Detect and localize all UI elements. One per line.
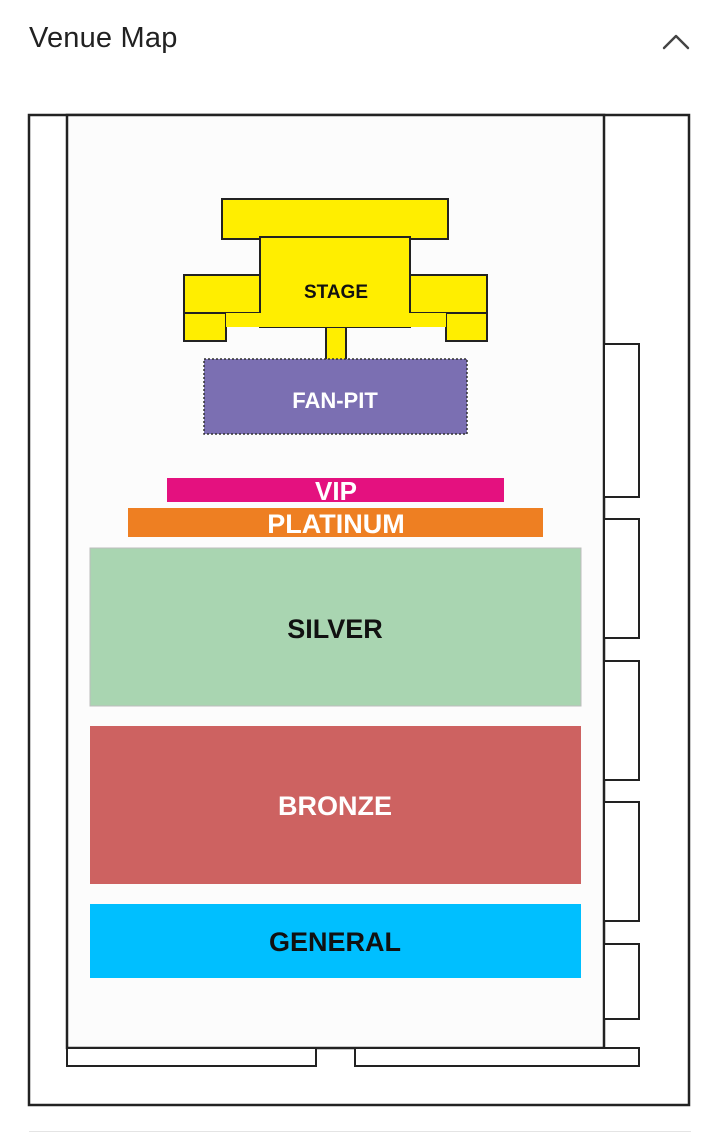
section-platinum[interactable]: PLATINUM	[128, 508, 543, 539]
side-box	[603, 518, 640, 639]
section-silver[interactable]: SILVER	[89, 547, 582, 707]
venue-map-svg: STAGE FAN-PIT VIP PLATINUM SILVER BRONZE	[27, 113, 691, 1107]
section-bronze[interactable]: BRONZE	[90, 726, 581, 884]
stage-wing-left	[183, 274, 265, 314]
stage-apron-left	[183, 312, 227, 342]
silver-label: SILVER	[287, 614, 383, 644]
side-box	[603, 943, 640, 1020]
section-vip[interactable]: VIP	[167, 476, 504, 506]
general-label: GENERAL	[269, 927, 401, 957]
stage-apron-right	[445, 312, 488, 342]
entrance-strip-right	[354, 1047, 640, 1067]
stage-label: STAGE	[304, 282, 368, 303]
side-box	[603, 343, 640, 498]
vip-label: VIP	[315, 476, 357, 506]
bronze-label: BRONZE	[278, 791, 392, 821]
section-fan-pit[interactable]: FAN-PIT	[203, 358, 468, 435]
bottom-divider	[29, 1131, 691, 1132]
fan-pit-label: FAN-PIT	[292, 388, 378, 413]
section-general[interactable]: GENERAL	[90, 904, 581, 978]
stage-back	[221, 198, 449, 240]
stage-strip	[226, 313, 446, 327]
platinum-label: PLATINUM	[267, 509, 404, 539]
stage-wing-right	[405, 274, 488, 314]
side-box	[603, 801, 640, 922]
entrance-strip-left	[66, 1047, 317, 1067]
side-box	[603, 660, 640, 781]
venue-map: STAGE FAN-PIT VIP PLATINUM SILVER BRONZE	[0, 0, 719, 1145]
